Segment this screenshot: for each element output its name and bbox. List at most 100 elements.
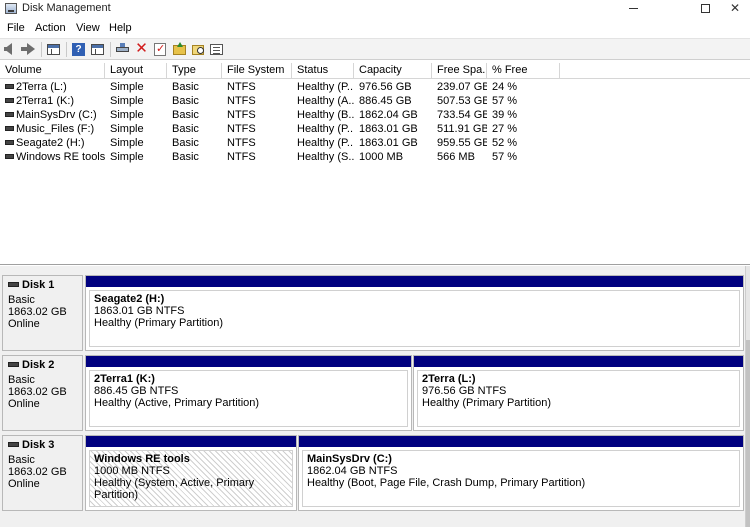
properties-panel-button[interactable]	[90, 42, 105, 57]
cell-free-space: 566 MB	[437, 151, 475, 163]
cell-capacity: 1862.04 GB	[359, 109, 418, 121]
column-header-capacity[interactable]: Capacity	[354, 63, 432, 79]
drive-icon	[5, 98, 14, 103]
disk-size: 1863.02 GB	[8, 466, 67, 478]
check-icon	[154, 42, 166, 56]
up-folder-button[interactable]	[172, 42, 187, 57]
cell-volume: 2Terra1 (K:)	[0, 94, 105, 108]
column-header-type[interactable]: Type	[167, 63, 222, 79]
check-button[interactable]	[153, 42, 168, 57]
minimize-icon	[628, 8, 638, 10]
disk-name-text: Disk 2	[22, 359, 55, 371]
help-button[interactable]: ?	[71, 42, 86, 57]
partition[interactable]: 2Terra1 (K:) 886.45 GB NTFS Healthy (Act…	[85, 355, 412, 431]
disk-name: Disk 2	[8, 359, 82, 371]
menu-view[interactable]: View	[76, 22, 100, 34]
cell-percent-free: 24 %	[492, 81, 518, 93]
show-hide-console-tree-button[interactable]	[46, 42, 61, 57]
disk-type: Basic	[8, 294, 35, 306]
column-header-percent-free[interactable]: % Free	[487, 63, 560, 79]
table-row[interactable]: 2Terra (L:) Simple Basic NTFS Healthy (P…	[0, 80, 750, 94]
back-button[interactable]	[3, 42, 18, 57]
toolbar-separator	[41, 42, 42, 57]
help-icon: ?	[72, 43, 85, 56]
forward-button[interactable]	[21, 42, 36, 57]
disk-state: Online	[8, 398, 40, 410]
table-row[interactable]: Seagate2 (H:) Simple Basic NTFS Healthy …	[0, 136, 750, 150]
table-row[interactable]: Windows RE tools Simple Basic NTFS Healt…	[0, 150, 750, 164]
partition-status: Healthy (Active, Primary Partition)	[94, 397, 260, 409]
volume-name: MainSysDrv (C:)	[16, 109, 97, 121]
maximize-icon	[700, 4, 710, 14]
cell-type: Basic	[172, 109, 199, 121]
disk-map-scrollbar-thumb[interactable]	[746, 340, 750, 527]
partition-body: 2Terra (L:) 976.56 GB NTFS Healthy (Prim…	[417, 370, 740, 427]
partition-size: 886.45 GB NTFS	[94, 385, 179, 397]
connect-disk-button[interactable]	[115, 42, 130, 57]
cell-layout: Simple	[110, 137, 144, 149]
partition-size: 1862.04 GB NTFS	[307, 465, 398, 477]
menu-file[interactable]: File	[7, 22, 25, 34]
partition-status: Healthy (Primary Partition)	[94, 317, 223, 329]
toolbar-separator	[66, 42, 67, 57]
cell-layout: Simple	[110, 109, 144, 121]
cell-status: Healthy (P...	[297, 123, 354, 135]
delete-button[interactable]: ✕	[134, 40, 149, 57]
partition[interactable]: MainSysDrv (C:) 1862.04 GB NTFS Healthy …	[298, 435, 744, 511]
column-header-free-space[interactable]: Free Spa...	[432, 63, 487, 79]
volume-name: Seagate2 (H:)	[16, 137, 85, 149]
window-title: Disk Management	[22, 2, 111, 14]
disk-state: Online	[8, 318, 40, 330]
close-icon: ✕	[729, 1, 741, 15]
column-header-layout[interactable]: Layout	[105, 63, 167, 79]
partition-selected[interactable]: Windows RE tools 1000 MB NTFS Healthy (S…	[85, 435, 297, 511]
partition-status: Healthy (Primary Partition)	[422, 397, 551, 409]
partition-title: 2Terra (L:)	[422, 373, 476, 385]
disk-size: 1863.02 GB	[8, 386, 67, 398]
search-folder-button[interactable]	[191, 42, 206, 57]
back-arrow-icon	[4, 43, 12, 55]
cell-volume: Music_Files (F:)	[0, 122, 105, 136]
disk-label[interactable]: Disk 2 Basic 1863.02 GB Online	[2, 355, 83, 431]
column-header-volume[interactable]: Volume	[0, 63, 105, 79]
partition[interactable]: 2Terra (L:) 976.56 GB NTFS Healthy (Prim…	[413, 355, 744, 431]
volume-name: 2Terra (L:)	[16, 81, 67, 93]
cell-capacity: 1863.01 GB	[359, 123, 418, 135]
menu-help[interactable]: Help	[109, 22, 132, 34]
partition-title: Windows RE tools	[94, 453, 190, 465]
cell-status: Healthy (S...	[297, 151, 354, 163]
table-row[interactable]: Music_Files (F:) Simple Basic NTFS Healt…	[0, 122, 750, 136]
disk-name-text: Disk 3	[22, 439, 55, 451]
column-header-status[interactable]: Status	[292, 63, 354, 79]
cell-free-space: 959.55 GB	[437, 137, 487, 149]
cell-layout: Simple	[110, 151, 144, 163]
drive-icon	[5, 154, 14, 159]
menu-action[interactable]: Action	[35, 22, 66, 34]
cell-volume: 2Terra (L:)	[0, 80, 105, 94]
cell-status: Healthy (B...	[297, 109, 354, 121]
cell-percent-free: 39 %	[492, 109, 518, 121]
partition-body: Seagate2 (H:) 1863.01 GB NTFS Healthy (P…	[89, 290, 740, 347]
disk-label[interactable]: Disk 1 Basic 1863.02 GB Online	[2, 275, 83, 351]
partition-title: 2Terra1 (K:)	[94, 373, 155, 385]
partition-status: Healthy (System, Active, Primary Partiti…	[94, 477, 255, 501]
cell-free-space: 239.07 GB	[437, 81, 487, 93]
cell-percent-free: 27 %	[492, 123, 518, 135]
table-row[interactable]: 2Terra1 (K:) Simple Basic NTFS Healthy (…	[0, 94, 750, 108]
cell-percent-free: 57 %	[492, 151, 518, 163]
close-button[interactable]: ✕	[720, 0, 750, 18]
cell-file-system: NTFS	[227, 137, 256, 149]
partition[interactable]: Seagate2 (H:) 1863.01 GB NTFS Healthy (P…	[85, 275, 744, 351]
disk-name: Disk 1	[8, 279, 82, 291]
cell-file-system: NTFS	[227, 123, 256, 135]
properties-button[interactable]	[209, 42, 224, 57]
disk-label[interactable]: Disk 3 Basic 1863.02 GB Online	[2, 435, 83, 511]
table-row[interactable]: MainSysDrv (C:) Simple Basic NTFS Health…	[0, 108, 750, 122]
partition-size: 976.56 GB NTFS	[422, 385, 507, 397]
disk-type: Basic	[8, 374, 35, 386]
cell-type: Basic	[172, 151, 199, 163]
minimize-button[interactable]	[610, 0, 656, 18]
cell-status: Healthy (P...	[297, 81, 354, 93]
column-header-file-system[interactable]: File System	[222, 63, 292, 79]
volume-name: 2Terra1 (K:)	[16, 95, 75, 107]
